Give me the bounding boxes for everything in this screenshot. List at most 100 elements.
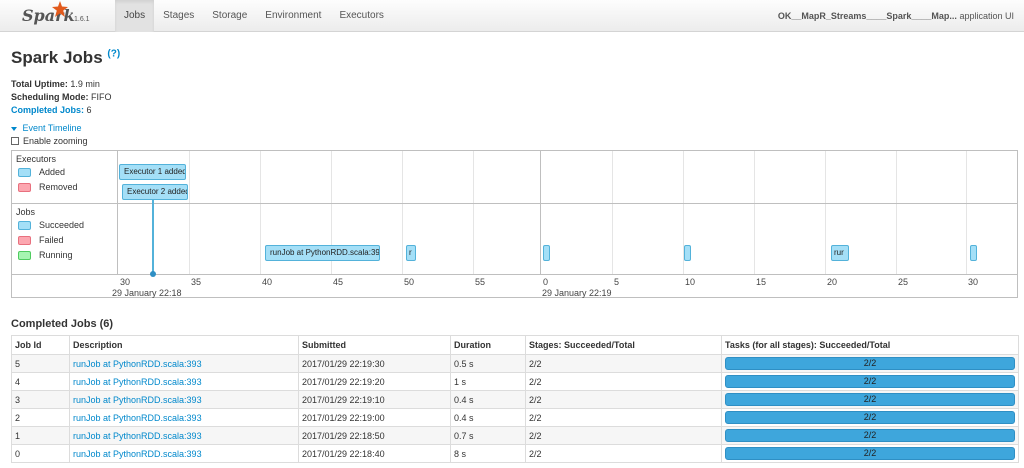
col-header-job-id[interactable]: Job Id (11, 335, 70, 355)
axis-tick: 0 (543, 277, 549, 287)
job-event[interactable]: rur (831, 245, 849, 261)
event-timeline-toggle[interactable]: Event Timeline (11, 123, 82, 133)
tab-stages[interactable]: Stages (154, 0, 203, 32)
job-description: runJob at PythonRDD.scala:393 (69, 444, 299, 463)
tab-storage[interactable]: Storage (203, 0, 256, 32)
table-row: 5 runJob at PythonRDD.scala:393 2017/01/… (11, 354, 1019, 373)
job-stages: 2/2 (525, 408, 722, 427)
job-event[interactable] (970, 245, 977, 261)
axis-tick: 40 (262, 277, 273, 287)
grid-line (612, 151, 613, 275)
zoom-checkbox[interactable] (11, 137, 19, 145)
axis-tick: 20 (827, 277, 838, 287)
legend-label: Running (39, 250, 73, 260)
legend-running: Running (18, 250, 73, 260)
job-stages: 2/2 (525, 426, 722, 445)
col-header-stages[interactable]: Stages: Succeeded/Total (525, 335, 722, 355)
table-row: 2 runJob at PythonRDD.scala:393 2017/01/… (11, 408, 1019, 427)
job-event[interactable] (543, 245, 550, 261)
spark-logo[interactable]: Spark 1.6.1 (22, 1, 112, 30)
task-progress-bar: 2/2 (725, 393, 1015, 406)
axis-separator (12, 274, 1017, 275)
task-progress-bar: 2/2 (725, 375, 1015, 388)
grid-line-major (540, 151, 541, 275)
job-description-link[interactable]: runJob at PythonRDD.scala:393 (73, 431, 202, 441)
axis-tick: 30 (120, 277, 131, 287)
table-row: 4 runJob at PythonRDD.scala:393 2017/01/… (11, 372, 1019, 391)
event-timeline[interactable]: Executors Added Removed Jobs Succeeded F… (11, 150, 1018, 298)
task-progress-label: 2/2 (863, 394, 877, 404)
job-description: runJob at PythonRDD.scala:393 (69, 354, 299, 373)
executor-marker-dot (150, 271, 156, 277)
legend-label: Succeeded (39, 220, 85, 230)
grid-line (260, 151, 261, 275)
legend-swatch (18, 235, 31, 245)
tab-executors[interactable]: Executors (330, 0, 392, 32)
job-description-link[interactable]: runJob at PythonRDD.scala:393 (73, 413, 202, 423)
job-description: runJob at PythonRDD.scala:393 (69, 390, 299, 409)
table-row: 3 runJob at PythonRDD.scala:393 2017/01/… (11, 390, 1019, 409)
legend-label: Removed (39, 182, 78, 192)
nav-tabs: Jobs Stages Storage Environment Executor… (115, 0, 393, 32)
job-id: 1 (11, 426, 70, 445)
axis-tick: 15 (756, 277, 767, 287)
col-header-submitted[interactable]: Submitted (298, 335, 451, 355)
legend-swatch (18, 220, 31, 230)
task-progress-label: 2/2 (863, 430, 877, 440)
job-stages: 2/2 (525, 354, 722, 373)
col-header-tasks[interactable]: Tasks (for all stages): Succeeded/Total (721, 335, 1019, 355)
uptime-value: 1.9 min (70, 79, 100, 89)
row-separator (12, 203, 1017, 204)
job-submitted: 2017/01/29 22:19:10 (298, 390, 451, 409)
page-title: Spark Jobs (?) (11, 48, 120, 68)
mode-value: FIFO (91, 92, 112, 102)
job-stages: 2/2 (525, 372, 722, 391)
grid-line (896, 151, 897, 275)
job-description-link[interactable]: runJob at PythonRDD.scala:393 (73, 449, 202, 459)
tab-jobs[interactable]: Jobs (115, 0, 155, 32)
legend-failed: Failed (18, 235, 64, 245)
job-event[interactable]: r (406, 245, 416, 261)
job-description-link[interactable]: runJob at PythonRDD.scala:393 (73, 377, 202, 387)
table-row: 1 runJob at PythonRDD.scala:393 2017/01/… (11, 426, 1019, 445)
axis-tick: 25 (898, 277, 909, 287)
job-event[interactable]: runJob at PythonRDD.scala:393 (265, 245, 380, 261)
mode-label: Scheduling Mode: (11, 92, 89, 102)
axis-date: 29 January 22:18 (112, 288, 182, 298)
executor-event[interactable]: Executor 2 added (122, 184, 188, 200)
job-id: 2 (11, 408, 70, 427)
summary-uptime: Total Uptime: 1.9 min (11, 78, 112, 91)
uptime-label: Total Uptime: (11, 79, 68, 89)
summary-completed[interactable]: Completed Jobs: 6 (11, 104, 112, 117)
job-stages: 2/2 (525, 444, 722, 463)
help-link[interactable]: (?) (107, 48, 120, 59)
job-description: runJob at PythonRDD.scala:393 (69, 372, 299, 391)
col-header-duration[interactable]: Duration (450, 335, 526, 355)
legend-label: Failed (39, 235, 64, 245)
job-submitted: 2017/01/29 22:19:00 (298, 408, 451, 427)
legend-swatch (18, 182, 31, 192)
legend-swatch (18, 250, 31, 260)
job-duration: 0.5 s (450, 354, 526, 373)
page-title-text: Spark Jobs (11, 48, 103, 67)
top-navbar: Spark 1.6.1 Jobs Stages Storage Environm… (0, 0, 1024, 32)
col-header-description[interactable]: Description (69, 335, 299, 355)
axis-tick: 50 (404, 277, 415, 287)
executor-event[interactable]: Executor 1 added (119, 164, 186, 180)
enable-zooming[interactable]: Enable zooming (11, 136, 88, 146)
completed-jobs-link[interactable]: Completed Jobs: (11, 105, 84, 115)
axis-tick: 10 (685, 277, 696, 287)
job-event[interactable] (684, 245, 691, 261)
job-description-link[interactable]: runJob at PythonRDD.scala:393 (73, 359, 202, 369)
job-description-link[interactable]: runJob at PythonRDD.scala:393 (73, 395, 202, 405)
jobs-group-title: Jobs (16, 207, 36, 217)
tab-environment[interactable]: Environment (256, 0, 330, 32)
executors-group-title: Executors (16, 154, 57, 164)
completed-value: 6 (86, 105, 92, 115)
star-icon (52, 1, 68, 17)
event-timeline-label: Event Timeline (22, 123, 82, 133)
axis-tick: 5 (614, 277, 620, 287)
task-progress-label: 2/2 (863, 412, 877, 422)
axis-tick: 30 (968, 277, 979, 287)
job-tasks: 2/2 (721, 372, 1019, 391)
